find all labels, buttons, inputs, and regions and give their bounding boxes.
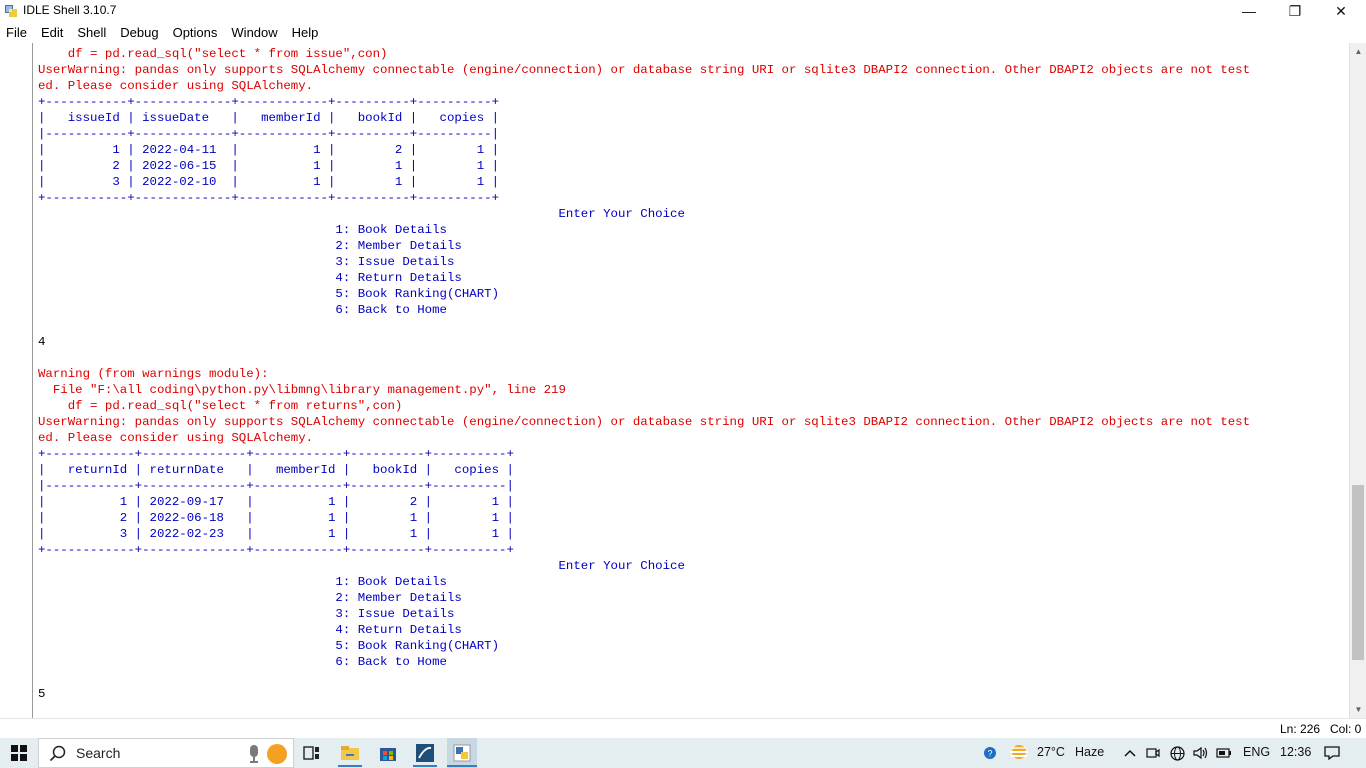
menu-window[interactable]: Window bbox=[224, 22, 284, 43]
python-idle-icon bbox=[5, 5, 17, 17]
search-icon bbox=[49, 745, 66, 762]
output-line: 6: Back to Home bbox=[38, 303, 447, 317]
shell-text-area[interactable]: df = pd.read_sql("select * from issue",c… bbox=[0, 43, 1366, 718]
menu-debug[interactable]: Debug bbox=[113, 22, 165, 43]
task-view-icon[interactable] bbox=[300, 741, 324, 765]
weather-condition[interactable]: Haze bbox=[1075, 745, 1104, 759]
scroll-up-icon[interactable]: ▲ bbox=[1350, 43, 1366, 60]
python-idle-taskbar-icon[interactable] bbox=[450, 741, 474, 765]
output-line: | 3 | 2022-02-10 | 1 | 1 | 1 | bbox=[38, 175, 500, 189]
warning-line: UserWarning: pandas only supports SQLAlc… bbox=[38, 63, 1251, 77]
output-line: +-----------+-------------+------------+… bbox=[38, 95, 500, 109]
battery-icon[interactable] bbox=[1216, 745, 1232, 761]
warning-line: ed. Please consider using SQLAlchemy. bbox=[38, 431, 314, 445]
window-title: IDLE Shell 3.10.7 bbox=[23, 3, 117, 17]
output-line: 4: Return Details bbox=[38, 623, 462, 637]
store-icon[interactable] bbox=[376, 741, 400, 765]
menu-options[interactable]: Options bbox=[166, 22, 225, 43]
menu-bar: File Edit Shell Debug Options Window Hel… bbox=[0, 22, 1366, 43]
vertical-scrollbar[interactable]: ▲ ▼ bbox=[1349, 43, 1366, 718]
output-line: 3: Issue Details bbox=[38, 255, 455, 269]
output-line: | 2 | 2022-06-18 | 1 | 1 | 1 | bbox=[38, 511, 514, 525]
output-line: 3: Issue Details bbox=[38, 607, 455, 621]
meet-now-icon[interactable] bbox=[1145, 745, 1161, 761]
prompt-gutter bbox=[32, 43, 33, 718]
output-line: | 3 | 2022-02-23 | 1 | 1 | 1 | bbox=[38, 527, 514, 541]
status-bar: Ln: 226 Col: 0 bbox=[0, 718, 1366, 738]
clock-time[interactable]: 12:36 bbox=[1280, 745, 1311, 759]
volume-icon[interactable] bbox=[1192, 745, 1208, 761]
output-line: |-----------+-------------+------------+… bbox=[38, 127, 500, 141]
output-line: 1: Book Details bbox=[38, 575, 447, 589]
menu-file[interactable]: File bbox=[0, 22, 34, 43]
input-language[interactable]: ENG bbox=[1243, 745, 1270, 759]
warning-line: ed. Please consider using SQLAlchemy. bbox=[38, 79, 314, 93]
output-line: | returnId | returnDate | memberId | boo… bbox=[38, 463, 514, 477]
output-line: | 1 | 2022-04-11 | 1 | 2 | 1 | bbox=[38, 143, 500, 157]
sql-running-indicator bbox=[413, 765, 437, 767]
weather-temperature[interactable]: 27°C bbox=[1037, 745, 1065, 759]
output-line: 2: Member Details bbox=[38, 591, 462, 605]
output-line: | 2 | 2022-06-15 | 1 | 1 | 1 | bbox=[38, 159, 500, 173]
search-placeholder: Search bbox=[76, 745, 121, 761]
warning-line: df = pd.read_sql("select * from issue",c… bbox=[38, 47, 388, 61]
microphone-icon bbox=[250, 745, 258, 763]
output-line: |------------+--------------+-----------… bbox=[38, 479, 514, 493]
maximize-button[interactable]: ❐ bbox=[1272, 0, 1318, 22]
output-line: | issueId | issueDate | memberId | bookI… bbox=[38, 111, 500, 125]
scroll-down-icon[interactable]: ▼ bbox=[1350, 701, 1366, 718]
output-line: 6: Back to Home bbox=[38, 655, 447, 669]
chevron-up-icon[interactable] bbox=[1122, 745, 1138, 761]
warning-line: File "F:\all coding\python.py\libmng\lib… bbox=[38, 383, 566, 397]
network-globe-icon[interactable] bbox=[1169, 745, 1185, 761]
start-button[interactable] bbox=[0, 738, 38, 768]
windows-logo-icon bbox=[11, 745, 27, 761]
idle-running-indicator bbox=[447, 765, 477, 767]
svg-text:?: ? bbox=[987, 749, 992, 759]
weather-haze-icon[interactable] bbox=[1008, 742, 1030, 764]
user-input-line: 5 bbox=[38, 687, 46, 701]
warning-line: df = pd.read_sql("select * from returns"… bbox=[38, 399, 403, 413]
output-line: +------------+--------------+-----------… bbox=[38, 543, 514, 557]
menu-help[interactable]: Help bbox=[285, 22, 326, 43]
close-button[interactable]: ✕ bbox=[1318, 0, 1364, 22]
output-line: Enter Your Choice bbox=[38, 207, 685, 221]
taskbar-search-box[interactable]: Search bbox=[38, 738, 294, 768]
file-explorer-icon[interactable] bbox=[338, 741, 362, 765]
output-line: +------------+--------------+-----------… bbox=[38, 447, 514, 461]
output-line: 5: Book Ranking(CHART) bbox=[38, 287, 500, 301]
line-number: Ln: 226 bbox=[1280, 722, 1321, 736]
output-line: 5: Book Ranking(CHART) bbox=[38, 639, 500, 653]
notification-icon[interactable] bbox=[1324, 745, 1340, 761]
taskbar: Search ? 27°C Haze ENG 12:36 bbox=[0, 738, 1366, 768]
warning-line: UserWarning: pandas only supports SQLAlc… bbox=[38, 415, 1251, 429]
warning-line: Warning (from warnings module): bbox=[38, 367, 269, 381]
scrollbar-thumb[interactable] bbox=[1352, 485, 1364, 660]
minimize-button[interactable]: — bbox=[1226, 0, 1272, 22]
output-line: Enter Your Choice bbox=[38, 559, 685, 573]
shell-output[interactable]: df = pd.read_sql("select * from issue",c… bbox=[38, 46, 1348, 716]
output-line: 2: Member Details bbox=[38, 239, 462, 253]
menu-shell[interactable]: Shell bbox=[70, 22, 113, 43]
help-icon[interactable]: ? bbox=[982, 745, 998, 761]
title-bar: IDLE Shell 3.10.7 — ❐ ✕ bbox=[0, 0, 1366, 22]
sql-app-icon[interactable] bbox=[413, 741, 437, 765]
output-line: | 1 | 2022-09-17 | 1 | 2 | 1 | bbox=[38, 495, 514, 509]
menu-edit[interactable]: Edit bbox=[34, 22, 70, 43]
explorer-running-indicator bbox=[338, 765, 362, 767]
output-line: +-----------+-------------+------------+… bbox=[38, 191, 500, 205]
output-line: 4: Return Details bbox=[38, 271, 462, 285]
cortana-icon[interactable] bbox=[267, 744, 287, 764]
output-line: 1: Book Details bbox=[38, 223, 447, 237]
column-number: Col: 0 bbox=[1330, 722, 1362, 736]
user-input-line: 4 bbox=[38, 335, 46, 349]
